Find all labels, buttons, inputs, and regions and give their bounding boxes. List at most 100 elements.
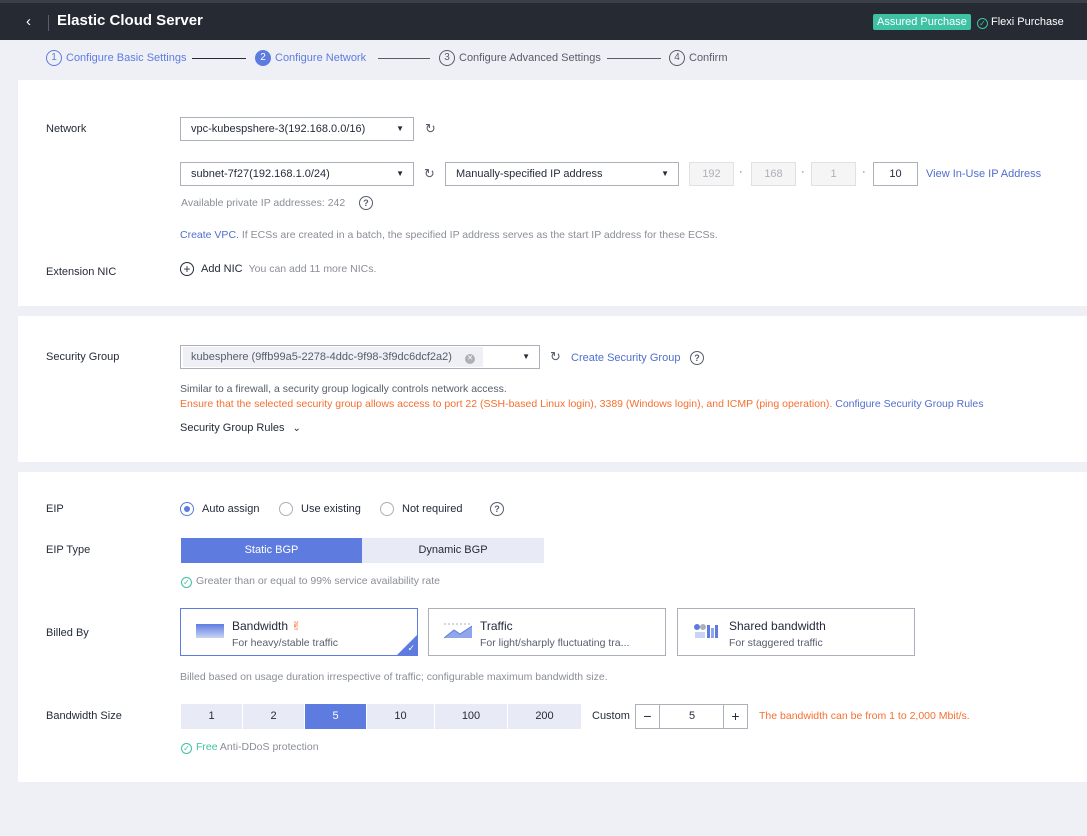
radio-icon [279, 502, 293, 516]
eip-label: EIP [46, 503, 64, 515]
step-label: Configure Basic Settings [66, 52, 187, 64]
caret-down-icon: ▼ [661, 169, 669, 178]
ip-mode-select[interactable]: Manually-specified IP address ▼ [445, 162, 679, 186]
help-icon[interactable]: ? [490, 502, 504, 516]
step-connector [607, 58, 661, 59]
billing-card-sub: For staggered traffic [729, 637, 823, 649]
refresh-icon[interactable]: ↻ [550, 349, 561, 365]
available-ips-text: Available private IP addresses: 242 [181, 197, 346, 209]
billing-card-title: Traffic [480, 619, 513, 633]
bandwidth-input[interactable]: 5 [661, 705, 723, 728]
ip-octet-2: 168 [751, 162, 796, 186]
static-bgp-option[interactable]: Static BGP [181, 538, 362, 563]
bw-option-200[interactable]: 200 [508, 704, 581, 729]
configure-rules-link[interactable]: Configure Security Group Rules [835, 398, 983, 410]
ip-dot: · [739, 166, 743, 178]
radio-icon [380, 502, 394, 516]
ip-dot: · [862, 166, 866, 178]
billing-card-shared[interactable]: Shared bandwidth For staggered traffic [677, 608, 915, 656]
view-in-use-ip-link[interactable]: View In-Use IP Address [926, 168, 1041, 180]
bw-option-2[interactable]: 2 [243, 704, 304, 729]
plus-circle-icon: + [180, 262, 194, 276]
bw-option-10[interactable]: 10 [367, 704, 434, 729]
step-connector [192, 58, 246, 59]
eip-use-existing-radio[interactable]: Use existing [279, 502, 361, 516]
plus-icon[interactable]: + [723, 705, 747, 728]
eip-auto-assign-radio[interactable]: Auto assign [180, 502, 259, 516]
security-group-tag: kubesphere (9ffb99a5-2278-4ddc-9f98-3f9d… [183, 347, 483, 367]
anti-ddos-note: ✓ Free Anti-DDoS protection [181, 741, 319, 754]
vpc-select[interactable]: vpc-kubespshere-3(192.168.0.0/16) ▼ [180, 117, 414, 141]
billing-card-sub: For heavy/stable traffic [232, 637, 339, 649]
ip-octet-3: 1 [811, 162, 856, 186]
availability-note: ✓ Greater than or equal to 99% service av… [181, 575, 440, 588]
subnet-select[interactable]: subnet-7f27(192.168.1.0/24) ▼ [180, 162, 414, 186]
radio-label: Not required [402, 503, 463, 515]
billing-card-bandwidth[interactable]: Bandwidth ✌ For heavy/stable traffic ✓ [180, 608, 418, 656]
add-nic-button[interactable]: + Add NIC You can add 11 more NICs. [180, 262, 376, 276]
step-connector [378, 58, 430, 59]
add-nic-hint: You can add 11 more NICs. [248, 263, 377, 275]
caret-down-icon: ▼ [396, 169, 404, 178]
check-circle-icon: ✓ [181, 577, 192, 588]
bw-option-100[interactable]: 100 [435, 704, 507, 729]
minus-icon[interactable]: − [636, 705, 660, 728]
check-circle-icon: ✓ [181, 743, 192, 754]
help-icon[interactable]: ? [690, 351, 704, 365]
refresh-icon[interactable]: ↻ [424, 166, 435, 182]
billed-by-label: Billed By [46, 627, 89, 639]
traffic-icon [444, 623, 472, 639]
create-security-group-link[interactable]: Create Security Group [571, 352, 680, 364]
caret-down-icon: ▼ [396, 124, 404, 133]
chevron-left-icon[interactable]: ‹ [26, 13, 31, 30]
security-rules-label: Security Group Rules [180, 422, 285, 434]
step-label: Configure Network [275, 52, 367, 64]
step-confirm: 4 Confirm [669, 50, 728, 66]
security-desc: Similar to a firewall, a security group … [180, 383, 507, 395]
ip-mode-value: Manually-specified IP address [456, 168, 603, 180]
bandwidth-icon [196, 624, 224, 638]
batch-note: If ECSs are created in a batch, the spec… [238, 229, 718, 241]
help-icon[interactable]: ? [359, 196, 373, 210]
step-basic-settings[interactable]: 1 Configure Basic Settings [46, 50, 186, 66]
extension-nic-label: Extension NIC [46, 266, 117, 278]
bandwidth-stepper: − 5 + [635, 704, 748, 729]
thumbs-up-icon: ✌ [291, 619, 302, 633]
bw-option-1[interactable]: 1 [181, 704, 242, 729]
billing-card-title-text: Bandwidth [232, 619, 289, 633]
caret-down-icon: ▼ [522, 352, 530, 361]
divider [48, 15, 49, 31]
radio-label: Use existing [301, 503, 361, 515]
anti-ddos-text: Anti-DDoS protection [217, 741, 319, 753]
ip-octet-4-input[interactable]: 10 [873, 162, 918, 186]
step-number: 2 [255, 50, 271, 66]
network-label: Network [46, 123, 87, 135]
dynamic-bgp-option[interactable]: Dynamic BGP [362, 538, 544, 563]
billing-card-traffic[interactable]: Traffic For light/sharply fluctuating tr… [428, 608, 666, 656]
check-circle-icon: ✓ [977, 18, 988, 29]
eip-not-required-radio[interactable]: Not required [380, 502, 463, 516]
step-advanced-settings: 3 Configure Advanced Settings [439, 50, 601, 66]
network-panel [18, 80, 1087, 306]
step-label: Confirm [689, 52, 728, 64]
security-warning-text: Ensure that the selected security group … [180, 398, 833, 410]
eip-type-label: EIP Type [46, 544, 91, 556]
bw-option-5[interactable]: 5 [305, 704, 366, 729]
billing-card-sub: For light/sharply fluctuating tra... [480, 637, 630, 649]
create-vpc-link[interactable]: Create VPC. [180, 229, 239, 241]
security-group-value: kubesphere (9ffb99a5-2278-4ddc-9f98-3f9d… [191, 351, 452, 363]
check-icon: ✓ [407, 643, 415, 653]
assured-purchase-tab[interactable]: Assured Purchase [873, 14, 971, 30]
step-number: 3 [439, 50, 455, 66]
step-number: 4 [669, 50, 685, 66]
security-rules-toggle[interactable]: Security Group Rules ⌄ [180, 422, 301, 434]
security-panel [18, 316, 1087, 462]
bandwidth-size-label: Bandwidth Size [46, 710, 122, 722]
subnet-value: subnet-7f27(192.168.1.0/24) [191, 168, 330, 180]
clear-icon[interactable]: ✕ [465, 354, 475, 364]
security-group-select[interactable]: kubesphere (9ffb99a5-2278-4ddc-9f98-3f9d… [180, 345, 540, 369]
refresh-icon[interactable]: ↻ [425, 121, 436, 137]
flexi-purchase-tab[interactable]: ✓ Flexi Purchase [977, 16, 1064, 29]
step-label: Configure Advanced Settings [459, 52, 601, 64]
chevron-down-icon: ⌄ [292, 422, 301, 434]
